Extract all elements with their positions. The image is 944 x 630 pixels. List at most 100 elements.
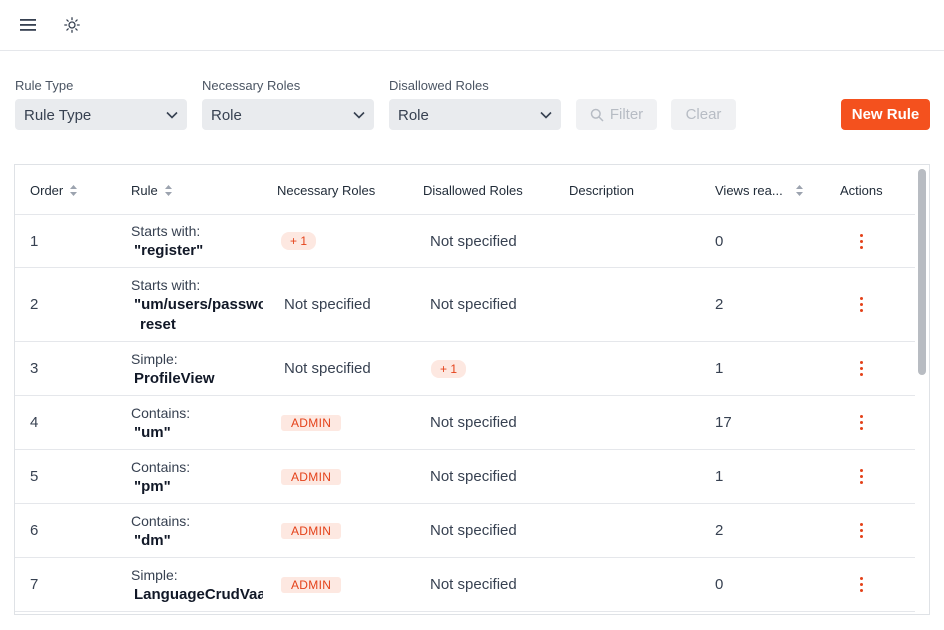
rule-value-text: "um" — [134, 423, 171, 441]
cell-order: 4 — [30, 414, 39, 431]
chevron-down-icon — [344, 111, 374, 119]
cell-necessary-roles: ADMIN — [281, 450, 342, 503]
row-actions — [856, 558, 867, 611]
rule-value-text: "register" — [134, 242, 204, 259]
disallowed-roles-label: Disallowed Roles — [389, 78, 489, 93]
cell-necessary-roles: ADMIN — [281, 558, 342, 611]
rule-type-value: Rule Type — [24, 107, 92, 124]
necessary-roles-label: Necessary Roles — [202, 78, 301, 93]
cell-rule: Starts with: "register" — [131, 215, 263, 267]
cell-views: 0 — [715, 576, 724, 593]
rule-type-text: Contains: — [131, 512, 191, 529]
column-header-necessary-roles: Necessary Roles — [277, 182, 376, 198]
role-text: Not specified — [284, 296, 371, 313]
rule-type-text: Starts with: — [131, 223, 201, 239]
rule-type-text: Simple: — [131, 566, 178, 583]
table-row: 3 Simple: ProfileView Not specified + 1 1 — [15, 342, 915, 396]
rule-type-text: Contains: — [131, 404, 191, 421]
role-count-badge[interactable]: + 1 — [281, 232, 317, 250]
column-header-description: Description — [569, 182, 635, 198]
more-vertical-icon[interactable] — [856, 413, 867, 432]
cell-necessary-roles: + 1 — [281, 215, 317, 267]
row-actions — [856, 450, 867, 503]
cell-necessary-roles: ADMIN — [281, 396, 342, 449]
cell-order: 7 — [30, 576, 39, 593]
cell-views: 1 — [715, 468, 724, 485]
role-badge: ADMIN — [281, 576, 342, 593]
role-count-badge[interactable]: + 1 — [431, 359, 467, 378]
sort-icon[interactable] — [164, 184, 172, 196]
grid-scrollbar[interactable] — [917, 167, 927, 614]
row-actions — [856, 504, 867, 557]
rule-type-label: Rule Type — [15, 78, 74, 93]
filter-button[interactable]: Filter — [576, 99, 657, 130]
table-row: 5 Contains: "pm" ADMIN Not specified 1 — [15, 450, 915, 504]
cell-order: 5 — [30, 468, 39, 485]
cell-views: 17 — [715, 414, 732, 431]
more-vertical-icon[interactable] — [856, 232, 867, 251]
more-vertical-icon[interactable] — [856, 575, 867, 594]
clear-button[interactable]: Clear — [671, 99, 736, 130]
rule-type-select[interactable]: Rule Type — [15, 99, 187, 130]
disallowed-roles-select[interactable]: Role — [389, 99, 561, 130]
column-header-views[interactable]: Views rea... — [715, 165, 803, 215]
rule-value-text: LanguageCrudVaa — [134, 585, 263, 603]
menu-icon[interactable] — [17, 14, 39, 36]
cell-disallowed-roles: Not specified — [430, 396, 517, 449]
role-text: Not specified — [430, 576, 517, 593]
cell-order: 1 — [30, 232, 39, 250]
necessary-roles-value: Role — [211, 107, 242, 124]
more-vertical-icon[interactable] — [856, 521, 867, 540]
role-text: Not specified — [284, 360, 371, 377]
role-text: Not specified — [430, 232, 517, 250]
more-vertical-icon[interactable] — [856, 295, 867, 314]
necessary-roles-select[interactable]: Role — [202, 99, 374, 130]
column-header-rule-label: Rule — [131, 182, 158, 198]
rule-type-text: Contains: — [131, 458, 191, 475]
role-text: Not specified — [430, 468, 517, 485]
column-header-views-label: Views rea... — [715, 182, 783, 198]
cell-disallowed-roles: Not specified — [430, 558, 517, 611]
cell-order: 3 — [30, 360, 39, 377]
rule-value-text-continued: reset — [140, 315, 176, 333]
role-badge: ADMIN — [281, 522, 342, 539]
cell-disallowed-roles: Not specified — [430, 215, 517, 267]
sun-icon[interactable] — [61, 14, 83, 36]
scrollbar-thumb[interactable] — [918, 169, 926, 375]
rule-type-text: Starts with: — [131, 276, 201, 293]
cell-rule: Simple: ProfileView — [131, 342, 263, 395]
cell-rule: Contains: "pm" — [131, 450, 263, 503]
disallowed-roles-value: Role — [398, 107, 429, 124]
cell-disallowed-roles: Not specified — [430, 268, 517, 341]
column-header-actions: Actions — [840, 182, 883, 198]
table-row: 1 Starts with: "register" + 1 Not specified 0 — [15, 215, 915, 268]
filter-button-label: Filter — [609, 106, 644, 123]
new-rule-button[interactable]: New Rule — [841, 99, 930, 130]
row-actions — [856, 268, 867, 341]
sort-icon[interactable] — [795, 184, 803, 196]
rule-value-text: ProfileView — [134, 369, 215, 387]
sort-icon[interactable] — [70, 184, 78, 196]
cell-disallowed-roles: + 1 — [431, 342, 467, 395]
table-row: 4 Contains: "um" ADMIN Not specified 17 — [15, 396, 915, 450]
more-vertical-icon[interactable] — [856, 467, 867, 486]
cell-necessary-roles: Not specified — [284, 342, 371, 395]
row-actions — [856, 342, 867, 395]
cell-rule: Starts with: "um/users/passwo reset — [131, 268, 263, 341]
column-header-disallowed-roles: Disallowed Roles — [423, 182, 523, 198]
cell-disallowed-roles: Not specified — [430, 504, 517, 557]
column-header-order[interactable]: Order — [30, 165, 78, 215]
table-row: 2 Starts with: "um/users/passwo reset Not sp… — [15, 268, 915, 342]
column-header-rule[interactable]: Rule — [131, 165, 172, 215]
search-icon — [590, 108, 604, 122]
role-text: Not specified — [430, 414, 517, 431]
cell-necessary-roles: ADMIN — [281, 504, 342, 557]
role-badge: ADMIN — [281, 468, 342, 485]
cell-rule: Simple: LanguageCrudVaa — [131, 558, 263, 611]
role-text: Not specified — [430, 522, 517, 539]
rule-type-text: Simple: — [131, 350, 178, 367]
cell-views: 1 — [715, 360, 724, 377]
more-vertical-icon[interactable] — [856, 359, 867, 378]
row-actions — [856, 215, 867, 267]
rule-value-text: "dm" — [134, 531, 171, 549]
